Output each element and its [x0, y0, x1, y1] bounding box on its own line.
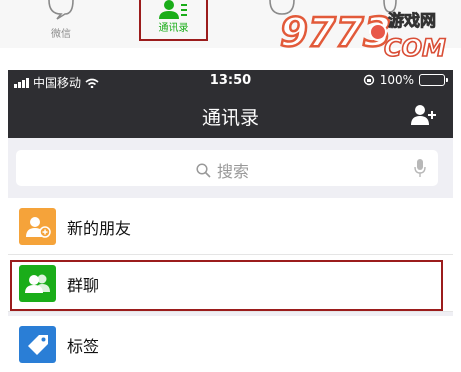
search-area: 搜索 [8, 138, 453, 197]
search-placeholder: 搜索 [217, 162, 250, 181]
search-icon [196, 162, 211, 178]
add-friend-icon[interactable] [411, 104, 437, 126]
list-item-new-friends[interactable]: 新的朋友 [8, 198, 453, 254]
phone-screen: 中国移动 13:50 100% 通讯录 搜索 新的朋友 群聊 标签 [8, 70, 453, 372]
list-item-tags[interactable]: 标签 [8, 316, 453, 372]
watermark-logo: 9773 游戏网 COM [279, 9, 447, 63]
tag-icon [19, 326, 56, 363]
status-bar: 中国移动 13:50 100% [8, 70, 453, 92]
nav-bar: 通讯录 [8, 92, 453, 138]
battery-icon [419, 74, 448, 86]
svg-text:游戏网: 游戏网 [388, 11, 436, 30]
search-input[interactable]: 搜索 [16, 150, 438, 186]
rotation-lock-icon [363, 74, 374, 86]
battery-percent: 100% [379, 73, 414, 87]
list-item-label: 标签 [67, 337, 100, 356]
new-friend-icon [19, 208, 56, 245]
tab-wechat[interactable]: 微信 [36, 0, 86, 48]
contacts-icon [159, 0, 187, 19]
page-title: 通讯录 [201, 107, 259, 129]
tab-contacts-label: 通讯录 [158, 23, 189, 34]
list-item-label: 新的朋友 [67, 219, 132, 238]
status-right: 100% [363, 73, 448, 87]
group-chat-highlight-box [10, 260, 443, 311]
chat-bubble-icon [48, 0, 74, 20]
tab-wechat-label: 微信 [51, 29, 71, 40]
divider [8, 311, 453, 312]
microphone-icon[interactable] [414, 159, 426, 177]
svg-text:COM: COM [384, 34, 446, 62]
page: 微信 通讯录 9773 游戏网 COM 中国移动 13:50 100% 通讯录 … [0, 0, 461, 372]
tab-contacts[interactable]: 通讯录 [139, 0, 208, 41]
